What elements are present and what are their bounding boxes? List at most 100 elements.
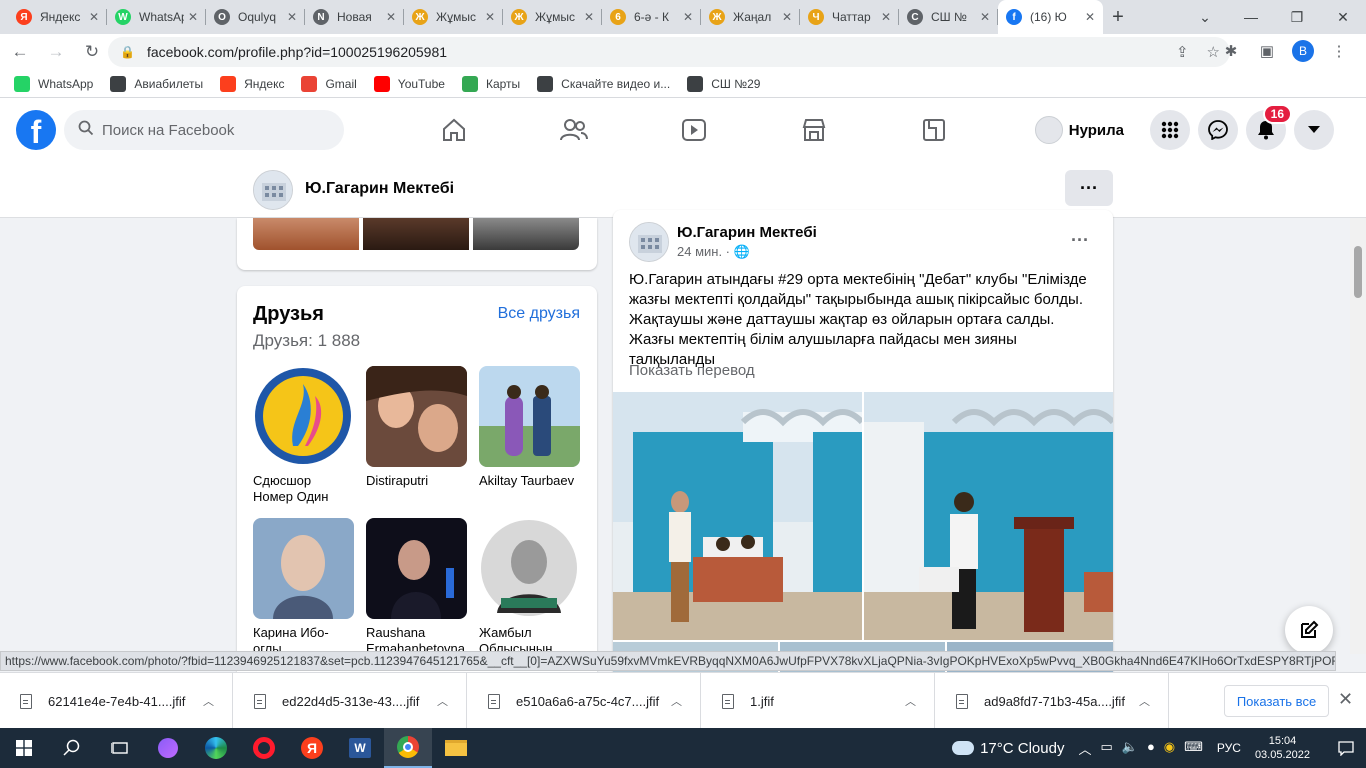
tab-close-icon[interactable]: ✕ bbox=[980, 10, 990, 24]
browser-tab[interactable]: Ж Жұмыс ✕ bbox=[503, 0, 602, 34]
close-downloads-button[interactable]: ✕ bbox=[1338, 689, 1353, 710]
new-tab-button[interactable]: + bbox=[1103, 0, 1133, 34]
download-item[interactable]: 62141e4e-7e4b-41....jfif ︿ bbox=[0, 673, 233, 729]
browser-tab[interactable]: 6 6-ә - К ✕ bbox=[602, 0, 701, 34]
friend-name[interactable]: Akiltay Taurbaev bbox=[479, 473, 580, 489]
tab-close-icon[interactable]: ✕ bbox=[683, 10, 693, 24]
profile-avatar[interactable]: B bbox=[1292, 40, 1314, 62]
menu-icon[interactable]: ⋮ bbox=[1328, 40, 1350, 62]
page-scrollbar[interactable] bbox=[1350, 218, 1366, 654]
browser-tab[interactable]: Ч Чаттар ✕ bbox=[800, 0, 899, 34]
chevron-up-icon[interactable]: ︿ bbox=[905, 693, 916, 709]
tab-search-icon[interactable]: ⌄ bbox=[1182, 0, 1228, 34]
account-menu-button[interactable] bbox=[1294, 110, 1334, 150]
friend-item[interactable]: Жамбыл Облысының bbox=[479, 518, 580, 657]
bookmark-item[interactable]: Скачайте видео и... bbox=[537, 75, 670, 92]
search-button[interactable] bbox=[48, 728, 96, 768]
side-panel-icon[interactable]: ▣ bbox=[1256, 40, 1278, 62]
bookmark-item[interactable]: WhatsApp bbox=[14, 75, 93, 92]
friend-photo[interactable] bbox=[479, 366, 580, 467]
chevron-up-icon[interactable]: ︿ bbox=[1078, 739, 1091, 758]
watch-icon[interactable] bbox=[634, 98, 754, 162]
show-translation-link[interactable]: Показать перевод bbox=[629, 362, 755, 379]
tab-close-icon[interactable]: ✕ bbox=[584, 10, 594, 24]
bookmark-star-icon[interactable]: ☆ bbox=[1207, 43, 1220, 61]
facebook-logo[interactable]: f bbox=[16, 110, 56, 150]
maximize-button[interactable]: ❐ bbox=[1274, 0, 1320, 34]
tab-close-icon[interactable]: ✕ bbox=[89, 10, 99, 24]
browser-tab[interactable]: f (16) Ю ✕ bbox=[998, 0, 1103, 34]
tab-close-icon[interactable]: ✕ bbox=[782, 10, 792, 24]
all-friends-link[interactable]: Все друзья bbox=[498, 305, 580, 323]
forward-button[interactable]: → bbox=[40, 36, 72, 68]
friend-name[interactable]: Distiraputri bbox=[366, 473, 467, 489]
chevron-up-icon[interactable]: ︿ bbox=[437, 693, 448, 709]
word-app-icon[interactable]: W bbox=[336, 728, 384, 768]
post-author-name[interactable]: Ю.Гагарин Мектебі bbox=[677, 224, 817, 241]
tab-close-icon[interactable]: ✕ bbox=[386, 10, 396, 24]
bookmark-item[interactable]: Яндекс bbox=[220, 75, 284, 92]
new-message-button[interactable] bbox=[1285, 606, 1333, 654]
photo-thumbnail[interactable] bbox=[363, 218, 469, 250]
friend-item[interactable]: Akiltay Taurbaev bbox=[479, 366, 580, 489]
keyboard-icon[interactable]: ⌨ bbox=[1184, 739, 1203, 758]
friend-photo[interactable] bbox=[366, 366, 467, 467]
profile-avatar-small[interactable] bbox=[253, 170, 293, 210]
friend-photo[interactable] bbox=[479, 518, 580, 619]
profile-more-button[interactable]: ··· bbox=[1065, 170, 1113, 206]
back-button[interactable]: ← bbox=[4, 36, 36, 68]
minimize-button[interactable]: — bbox=[1228, 0, 1274, 34]
microphone-icon[interactable]: ● bbox=[1147, 739, 1155, 758]
friend-item[interactable]: Distiraputri bbox=[366, 366, 467, 489]
user-profile-link[interactable]: Нурила bbox=[1034, 110, 1136, 150]
tab-close-icon[interactable]: ✕ bbox=[485, 10, 495, 24]
download-item[interactable]: ad9a8fd7-71b3-45a....jfif ︿ bbox=[936, 673, 1169, 729]
task-view-button[interactable] bbox=[96, 728, 144, 768]
start-button[interactable] bbox=[0, 728, 48, 768]
browser-tab[interactable]: Я Яндекс ✕ bbox=[8, 0, 107, 34]
download-item[interactable]: ed22d4d5-313e-43....jfif ︿ bbox=[234, 673, 467, 729]
alice-assistant-icon[interactable] bbox=[144, 728, 192, 768]
chevron-up-icon[interactable]: ︿ bbox=[1139, 693, 1150, 709]
clock[interactable]: 15:04 03.05.2022 bbox=[1255, 734, 1310, 762]
browser-tab[interactable]: Ж Жаңал ✕ bbox=[701, 0, 800, 34]
language-indicator[interactable]: РУС bbox=[1217, 741, 1241, 755]
lock-icon[interactable]: 🔒 bbox=[120, 45, 135, 59]
download-item[interactable]: e510a6a6-a75c-4c7....jfif ︿ bbox=[468, 673, 701, 729]
friend-photo[interactable] bbox=[366, 518, 467, 619]
friend-item[interactable]: Сдюсшор Номер Один bbox=[253, 366, 354, 505]
tab-close-icon[interactable]: ✕ bbox=[881, 10, 891, 24]
file-explorer-icon[interactable] bbox=[432, 728, 480, 768]
weather-widget[interactable]: 17°C Cloudy bbox=[952, 740, 1064, 757]
show-all-downloads-button[interactable]: Показать все bbox=[1224, 685, 1329, 717]
photo-thumbnail[interactable] bbox=[253, 218, 359, 250]
post-photo[interactable] bbox=[613, 392, 862, 640]
gaming-icon[interactable] bbox=[874, 98, 994, 162]
menu-grid-button[interactable] bbox=[1150, 110, 1190, 150]
bookmark-item[interactable]: Авиабилеты bbox=[110, 75, 203, 92]
home-icon[interactable] bbox=[394, 98, 514, 162]
post-timestamp[interactable]: 24 мин. · 🌐 bbox=[677, 244, 750, 260]
bookmark-item[interactable]: СШ №29 bbox=[687, 75, 760, 92]
tab-close-icon[interactable]: ✕ bbox=[188, 10, 198, 24]
friend-item[interactable]: Raushana Ermahanbetovna bbox=[366, 518, 467, 657]
extensions-icon[interactable]: ✱ bbox=[1220, 40, 1242, 62]
browser-tab[interactable]: O Oqulyq ✕ bbox=[206, 0, 305, 34]
post-photo[interactable] bbox=[864, 392, 1113, 640]
bookmark-item[interactable]: Gmail bbox=[301, 75, 357, 92]
chevron-up-icon[interactable]: ︿ bbox=[671, 693, 682, 709]
profile-name[interactable]: Ю.Гагарин Мектебі bbox=[305, 180, 454, 198]
photo-thumbnail[interactable] bbox=[473, 218, 579, 250]
browser-tab[interactable]: С СШ № ✕ bbox=[899, 0, 998, 34]
notifications-button[interactable]: 16 bbox=[1246, 104, 1292, 150]
edge-browser-icon[interactable] bbox=[192, 728, 240, 768]
chrome-browser-icon[interactable] bbox=[384, 728, 432, 768]
browser-tab[interactable]: N Новая ✕ bbox=[305, 0, 404, 34]
volume-icon[interactable]: 🔈 bbox=[1122, 739, 1138, 758]
scrollbar-thumb[interactable] bbox=[1354, 246, 1362, 298]
friend-photo[interactable] bbox=[253, 518, 354, 619]
messenger-button[interactable] bbox=[1198, 110, 1238, 150]
friend-photo[interactable] bbox=[253, 366, 354, 467]
facebook-search-input[interactable]: Поиск на Facebook bbox=[64, 110, 344, 150]
share-icon[interactable]: ⇪ bbox=[1176, 43, 1189, 61]
